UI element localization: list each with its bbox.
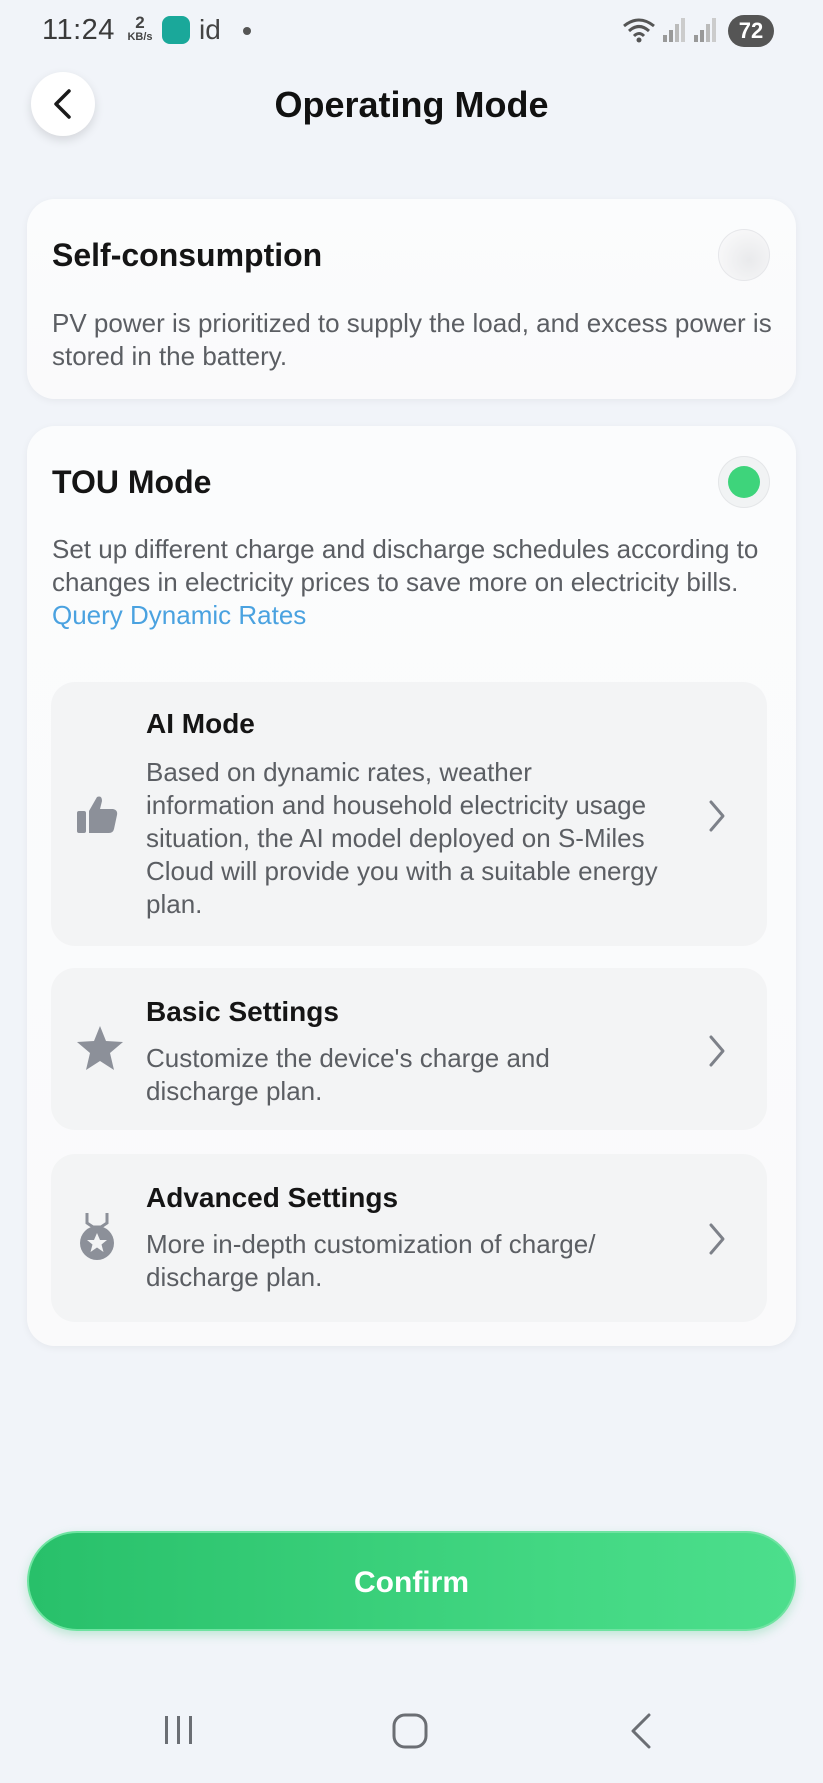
signal-icon-secondary	[694, 18, 716, 42]
basic-settings-description: Customize the device's charge and discha…	[146, 1043, 550, 1106]
tou-mode-description-text: Set up different charge and discharge sc…	[52, 534, 759, 597]
basic-settings-option[interactable]: Basic Settings Customize the device's ch…	[51, 968, 767, 1130]
radio-selected-dot	[728, 466, 760, 498]
advanced-settings-option[interactable]: Advanced Settings More in-depth customiz…	[51, 1154, 767, 1322]
advanced-settings-title: Advanced Settings	[146, 1182, 399, 1213]
battery-indicator: 72	[728, 15, 774, 47]
star-icon	[77, 1026, 123, 1070]
nav-back-icon[interactable]	[628, 1712, 654, 1750]
notification-dot-icon	[243, 27, 251, 35]
query-dynamic-rates-link[interactable]: Query Dynamic Rates	[52, 600, 306, 630]
network-speed-value: 2	[135, 13, 145, 32]
ai-mode-description: Based on dynamic rates, weather informat…	[146, 757, 658, 919]
ai-mode-title: AI Mode	[146, 708, 255, 739]
chevron-right-icon	[709, 800, 725, 832]
self-consumption-card[interactable]: Self-consumption PV power is prioritized…	[27, 199, 796, 399]
wifi-icon	[623, 18, 655, 43]
signal-icon	[663, 18, 685, 42]
chevron-right-icon	[709, 1035, 725, 1067]
network-speed: 2 KB/s	[124, 14, 156, 43]
status-time: 11:24	[42, 14, 115, 46]
home-icon[interactable]	[391, 1712, 429, 1750]
self-consumption-description: PV power is prioritized to supply the lo…	[52, 308, 772, 371]
recent-apps-icon[interactable]	[162, 1713, 196, 1747]
basic-settings-title: Basic Settings	[146, 996, 339, 1027]
self-consumption-title: Self-consumption	[52, 237, 323, 273]
advanced-settings-description: More in-depth customization of charge/ d…	[146, 1229, 596, 1292]
page-title: Operating Mode	[274, 84, 549, 125]
ai-mode-option[interactable]: AI Mode Based on dynamic rates, weather …	[51, 682, 767, 946]
notification-app-icon	[162, 16, 190, 44]
confirm-button[interactable]: Confirm	[27, 1531, 796, 1631]
tou-mode-description: Set up different charge and discharge sc…	[52, 533, 772, 632]
self-consumption-radio[interactable]	[718, 229, 770, 281]
thumbs-up-icon	[77, 796, 118, 833]
status-bar: 11:24 2 KB/s id 72	[0, 0, 823, 62]
network-speed-unit: KB/s	[127, 31, 153, 43]
tou-mode-card[interactable]: TOU Mode Set up different charge and dis…	[27, 426, 796, 1346]
notification-id-label: id	[199, 14, 221, 45]
tou-mode-title: TOU Mode	[52, 464, 212, 500]
chevron-right-icon	[709, 1223, 725, 1255]
medal-icon	[80, 1213, 114, 1260]
tou-mode-radio[interactable]	[718, 456, 770, 508]
